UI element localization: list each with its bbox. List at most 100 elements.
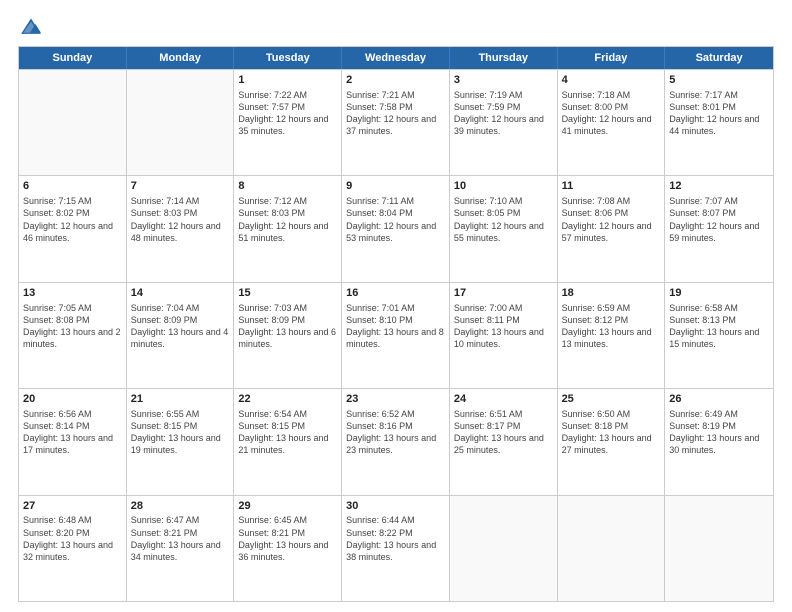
- calendar-cell: 15Sunrise: 7:03 AM Sunset: 8:09 PM Dayli…: [234, 283, 342, 388]
- day-number: 26: [669, 392, 769, 407]
- weekday-header: Tuesday: [234, 47, 342, 69]
- day-info: Sunrise: 6:56 AM Sunset: 8:14 PM Dayligh…: [23, 408, 122, 457]
- day-number: 22: [238, 392, 337, 407]
- day-info: Sunrise: 7:04 AM Sunset: 8:09 PM Dayligh…: [131, 302, 230, 351]
- weekday-header: Thursday: [450, 47, 558, 69]
- day-info: Sunrise: 7:21 AM Sunset: 7:58 PM Dayligh…: [346, 89, 445, 138]
- calendar-cell: 26Sunrise: 6:49 AM Sunset: 8:19 PM Dayli…: [665, 389, 773, 494]
- day-number: 8: [238, 179, 337, 194]
- calendar-cell: 13Sunrise: 7:05 AM Sunset: 8:08 PM Dayli…: [19, 283, 127, 388]
- calendar-cell: [127, 70, 235, 175]
- calendar-row: 13Sunrise: 7:05 AM Sunset: 8:08 PM Dayli…: [19, 282, 773, 388]
- day-number: 17: [454, 286, 553, 301]
- day-number: 25: [562, 392, 661, 407]
- day-number: 20: [23, 392, 122, 407]
- day-info: Sunrise: 6:45 AM Sunset: 8:21 PM Dayligh…: [238, 514, 337, 563]
- day-info: Sunrise: 7:03 AM Sunset: 8:09 PM Dayligh…: [238, 302, 337, 351]
- calendar-cell: 21Sunrise: 6:55 AM Sunset: 8:15 PM Dayli…: [127, 389, 235, 494]
- day-info: Sunrise: 6:52 AM Sunset: 8:16 PM Dayligh…: [346, 408, 445, 457]
- day-number: 14: [131, 286, 230, 301]
- day-number: 4: [562, 73, 661, 88]
- calendar-cell: 28Sunrise: 6:47 AM Sunset: 8:21 PM Dayli…: [127, 496, 235, 601]
- day-info: Sunrise: 6:59 AM Sunset: 8:12 PM Dayligh…: [562, 302, 661, 351]
- page: SundayMondayTuesdayWednesdayThursdayFrid…: [0, 0, 792, 612]
- calendar-cell: 11Sunrise: 7:08 AM Sunset: 8:06 PM Dayli…: [558, 176, 666, 281]
- calendar-cell: 3Sunrise: 7:19 AM Sunset: 7:59 PM Daylig…: [450, 70, 558, 175]
- calendar-cell: [558, 496, 666, 601]
- weekday-header: Monday: [127, 47, 235, 69]
- day-info: Sunrise: 7:00 AM Sunset: 8:11 PM Dayligh…: [454, 302, 553, 351]
- day-info: Sunrise: 6:48 AM Sunset: 8:20 PM Dayligh…: [23, 514, 122, 563]
- calendar-header: SundayMondayTuesdayWednesdayThursdayFrid…: [19, 47, 773, 69]
- logo: [18, 16, 44, 38]
- day-info: Sunrise: 6:55 AM Sunset: 8:15 PM Dayligh…: [131, 408, 230, 457]
- day-info: Sunrise: 6:54 AM Sunset: 8:15 PM Dayligh…: [238, 408, 337, 457]
- day-info: Sunrise: 7:12 AM Sunset: 8:03 PM Dayligh…: [238, 195, 337, 244]
- calendar-row: 20Sunrise: 6:56 AM Sunset: 8:14 PM Dayli…: [19, 388, 773, 494]
- day-number: 11: [562, 179, 661, 194]
- weekday-header: Saturday: [665, 47, 773, 69]
- calendar-cell: 7Sunrise: 7:14 AM Sunset: 8:03 PM Daylig…: [127, 176, 235, 281]
- logo-icon: [20, 16, 42, 38]
- day-info: Sunrise: 6:44 AM Sunset: 8:22 PM Dayligh…: [346, 514, 445, 563]
- calendar-cell: 17Sunrise: 7:00 AM Sunset: 8:11 PM Dayli…: [450, 283, 558, 388]
- calendar-cell: [665, 496, 773, 601]
- day-number: 10: [454, 179, 553, 194]
- day-info: Sunrise: 7:18 AM Sunset: 8:00 PM Dayligh…: [562, 89, 661, 138]
- day-info: Sunrise: 6:50 AM Sunset: 8:18 PM Dayligh…: [562, 408, 661, 457]
- day-number: 1: [238, 73, 337, 88]
- calendar-cell: 25Sunrise: 6:50 AM Sunset: 8:18 PM Dayli…: [558, 389, 666, 494]
- weekday-header: Wednesday: [342, 47, 450, 69]
- calendar-cell: 18Sunrise: 6:59 AM Sunset: 8:12 PM Dayli…: [558, 283, 666, 388]
- calendar-cell: 16Sunrise: 7:01 AM Sunset: 8:10 PM Dayli…: [342, 283, 450, 388]
- calendar-cell: [450, 496, 558, 601]
- calendar-row: 1Sunrise: 7:22 AM Sunset: 7:57 PM Daylig…: [19, 69, 773, 175]
- calendar-cell: 14Sunrise: 7:04 AM Sunset: 8:09 PM Dayli…: [127, 283, 235, 388]
- day-number: 19: [669, 286, 769, 301]
- day-number: 7: [131, 179, 230, 194]
- day-number: 2: [346, 73, 445, 88]
- calendar-cell: 27Sunrise: 6:48 AM Sunset: 8:20 PM Dayli…: [19, 496, 127, 601]
- calendar-body: 1Sunrise: 7:22 AM Sunset: 7:57 PM Daylig…: [19, 69, 773, 601]
- day-number: 6: [23, 179, 122, 194]
- calendar-cell: 20Sunrise: 6:56 AM Sunset: 8:14 PM Dayli…: [19, 389, 127, 494]
- day-number: 29: [238, 499, 337, 514]
- calendar-row: 27Sunrise: 6:48 AM Sunset: 8:20 PM Dayli…: [19, 495, 773, 601]
- day-info: Sunrise: 6:51 AM Sunset: 8:17 PM Dayligh…: [454, 408, 553, 457]
- day-number: 21: [131, 392, 230, 407]
- calendar-cell: 24Sunrise: 6:51 AM Sunset: 8:17 PM Dayli…: [450, 389, 558, 494]
- day-number: 16: [346, 286, 445, 301]
- day-info: Sunrise: 7:22 AM Sunset: 7:57 PM Dayligh…: [238, 89, 337, 138]
- calendar-cell: 9Sunrise: 7:11 AM Sunset: 8:04 PM Daylig…: [342, 176, 450, 281]
- day-number: 28: [131, 499, 230, 514]
- calendar-cell: 12Sunrise: 7:07 AM Sunset: 8:07 PM Dayli…: [665, 176, 773, 281]
- day-number: 24: [454, 392, 553, 407]
- day-info: Sunrise: 6:47 AM Sunset: 8:21 PM Dayligh…: [131, 514, 230, 563]
- day-info: Sunrise: 7:07 AM Sunset: 8:07 PM Dayligh…: [669, 195, 769, 244]
- calendar-cell: 8Sunrise: 7:12 AM Sunset: 8:03 PM Daylig…: [234, 176, 342, 281]
- day-info: Sunrise: 7:15 AM Sunset: 8:02 PM Dayligh…: [23, 195, 122, 244]
- calendar-cell: [19, 70, 127, 175]
- calendar-cell: 10Sunrise: 7:10 AM Sunset: 8:05 PM Dayli…: [450, 176, 558, 281]
- day-info: Sunrise: 7:05 AM Sunset: 8:08 PM Dayligh…: [23, 302, 122, 351]
- day-number: 12: [669, 179, 769, 194]
- day-number: 13: [23, 286, 122, 301]
- day-info: Sunrise: 7:19 AM Sunset: 7:59 PM Dayligh…: [454, 89, 553, 138]
- calendar-cell: 2Sunrise: 7:21 AM Sunset: 7:58 PM Daylig…: [342, 70, 450, 175]
- day-number: 9: [346, 179, 445, 194]
- day-number: 15: [238, 286, 337, 301]
- header: [18, 16, 774, 38]
- calendar-cell: 1Sunrise: 7:22 AM Sunset: 7:57 PM Daylig…: [234, 70, 342, 175]
- calendar: SundayMondayTuesdayWednesdayThursdayFrid…: [18, 46, 774, 602]
- day-number: 3: [454, 73, 553, 88]
- calendar-cell: 23Sunrise: 6:52 AM Sunset: 8:16 PM Dayli…: [342, 389, 450, 494]
- calendar-cell: 6Sunrise: 7:15 AM Sunset: 8:02 PM Daylig…: [19, 176, 127, 281]
- day-number: 18: [562, 286, 661, 301]
- weekday-header: Friday: [558, 47, 666, 69]
- day-number: 23: [346, 392, 445, 407]
- day-info: Sunrise: 6:49 AM Sunset: 8:19 PM Dayligh…: [669, 408, 769, 457]
- day-info: Sunrise: 7:08 AM Sunset: 8:06 PM Dayligh…: [562, 195, 661, 244]
- calendar-cell: 5Sunrise: 7:17 AM Sunset: 8:01 PM Daylig…: [665, 70, 773, 175]
- day-info: Sunrise: 7:10 AM Sunset: 8:05 PM Dayligh…: [454, 195, 553, 244]
- day-info: Sunrise: 6:58 AM Sunset: 8:13 PM Dayligh…: [669, 302, 769, 351]
